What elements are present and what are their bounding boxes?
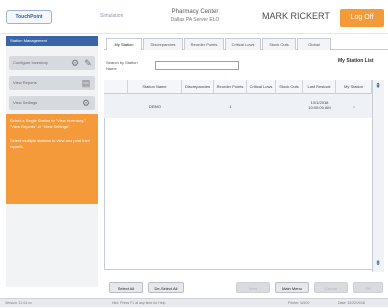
sidebar-item-label: View Settings [13, 100, 38, 105]
tab-stock-outs[interactable]: Stock Outs [262, 38, 296, 50]
tab-global[interactable]: Global [297, 38, 331, 50]
column-header-critical-lows[interactable]: Critical Lows [247, 80, 276, 94]
table-scrollbar[interactable] [372, 80, 384, 272]
station-search-input[interactable] [155, 61, 239, 70]
deselect-all-button[interactable]: De-Select All [148, 282, 184, 293]
search-label: Search by Station Name [106, 60, 138, 71]
help-text-single: Select a Single Station to "View Invento… [10, 118, 86, 129]
sidebar-item-label: View Reports [13, 80, 37, 85]
cell-my-station[interactable]: x [336, 104, 372, 109]
tab-discrepancies[interactable]: Discrepancies [143, 38, 183, 50]
sidebar-title: Station Management [6, 36, 98, 46]
logoff-button[interactable]: Log Off [340, 9, 384, 27]
column-header-stock-outs[interactable]: Stock Outs [276, 80, 303, 94]
scroll-down-icon[interactable]: ⇟ [372, 260, 384, 268]
pencil-icon: ✎ [84, 58, 92, 68]
column-header-station-name[interactable]: Station Name [128, 80, 182, 94]
user-name: MARK RICKERT [262, 11, 330, 21]
report-icon: ▤ [81, 78, 91, 88]
tab-critical-lows[interactable]: Critical Lows [225, 38, 261, 50]
pharmacy-center-title: Pharmacy Center [171, 9, 219, 15]
station-list-title: My Station List [338, 58, 374, 64]
server-name-label: Dallas PA Server ELO [170, 17, 220, 23]
cell-station-name: DEMO [149, 104, 161, 109]
help-text-multiple: Select multiple stations to view and pri… [10, 138, 91, 149]
cell-last-restock: 10/1/2018 10:00:00 AM [308, 100, 331, 110]
sidebar-item-label: Configure Inventory [13, 60, 48, 65]
column-header-reorder-points[interactable]: Reorder Points [214, 80, 247, 94]
app-mode-label: Simulation [100, 13, 124, 19]
touchpoint-logo: TouchPoint [6, 10, 52, 24]
scroll-up-icon[interactable]: ⇞ [372, 83, 384, 91]
column-header-my-station[interactable]: My Station [336, 80, 372, 94]
view-button[interactable]: View [236, 282, 270, 293]
select-all-button[interactable]: Select All [109, 282, 143, 293]
cell-reorder-points: 1 [229, 104, 232, 109]
column-header-discrepancies[interactable]: Discrepancies [182, 80, 214, 94]
main-menu-button[interactable]: Main Menu [275, 282, 309, 293]
settings-icon: ⚙ [81, 98, 91, 108]
tab-reorder-points[interactable]: Reorder Points [184, 38, 224, 50]
cancel-button[interactable]: Cancel [314, 282, 348, 293]
column-header-select [104, 80, 128, 94]
help-panel: Select a Single Station to "View Invento… [6, 114, 98, 204]
gear-icon: ⚙ [70, 58, 80, 68]
status-bar: Version: 11.04.xx Hint: Press F1 at any … [0, 298, 388, 307]
tab-my-station[interactable]: My Station [106, 38, 142, 50]
ok-button[interactable]: OK [353, 282, 383, 293]
column-header-last-restock[interactable]: Last Restock [303, 80, 336, 94]
